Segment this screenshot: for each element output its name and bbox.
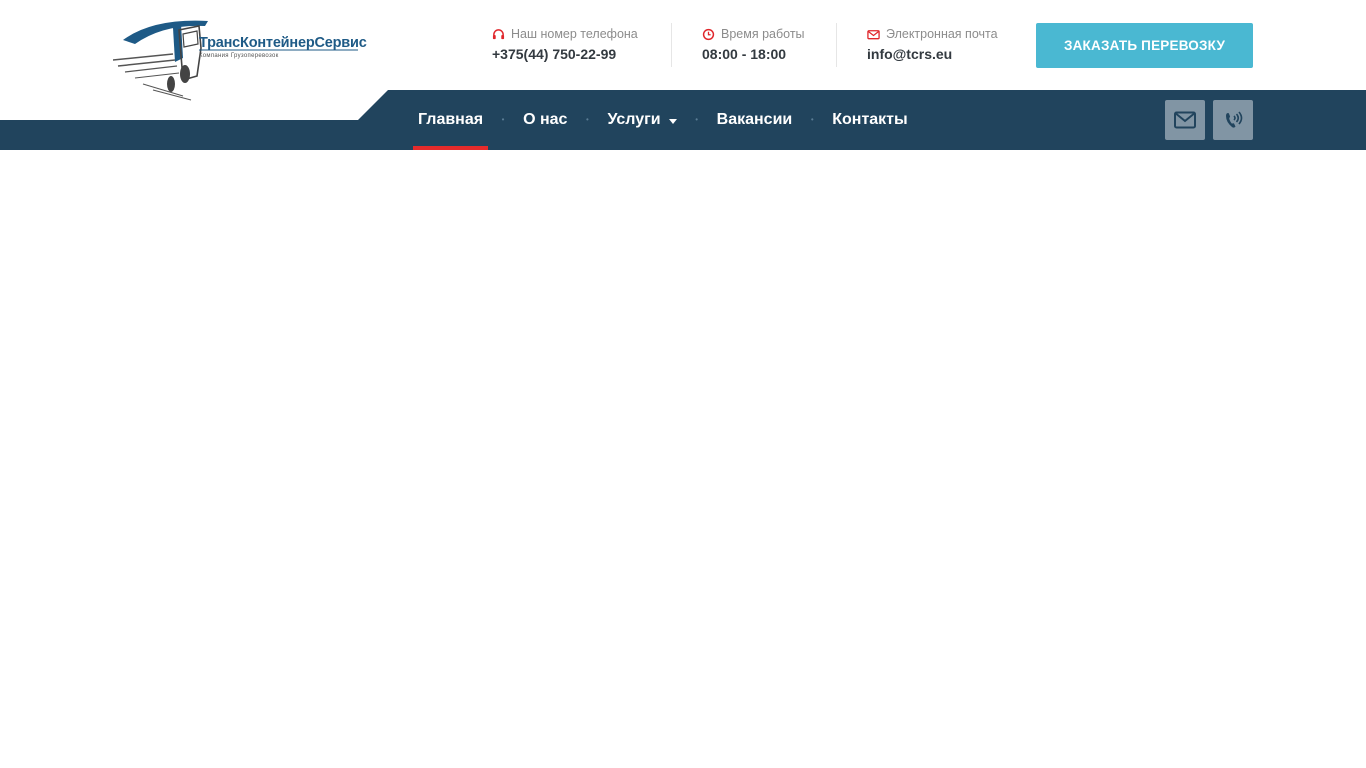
phone-number[interactable]: +375(44) 750-22-99 <box>492 46 662 62</box>
nav-phone-button[interactable] <box>1213 100 1253 140</box>
email-info: Электронная почта info@tcrs.eu <box>836 23 1016 67</box>
caret-down-icon <box>668 118 677 124</box>
nav-separator: • <box>810 115 814 124</box>
nav-item-contacts[interactable]: Контакты <box>827 90 912 150</box>
phone-volume-icon <box>1226 111 1243 128</box>
envelope-icon <box>867 29 880 39</box>
nav-diagonal-corner <box>358 90 388 120</box>
truck-logo-icon <box>113 20 358 101</box>
site-header: ТрансКонтейнерСервис Компания Грузоперев… <box>0 0 1366 101</box>
nav-item-vacancies[interactable]: Вакансии <box>712 90 798 150</box>
nav-item-home[interactable]: Главная <box>413 90 489 150</box>
working-hours-info: Время работы 08:00 - 18:00 <box>671 23 836 67</box>
clock-icon <box>702 28 715 40</box>
nav-email-button[interactable] <box>1165 100 1205 140</box>
site-logo[interactable]: ТрансКонтейнерСервис Компания Грузоперев… <box>113 18 367 102</box>
working-hours-value: 08:00 - 18:00 <box>702 46 787 62</box>
nav-item-about[interactable]: О нас <box>518 90 572 150</box>
order-transport-button[interactable]: ЗАКАЗАТЬ ПЕРЕВОЗКУ <box>1036 23 1253 68</box>
envelope-icon <box>1174 111 1196 129</box>
working-hours-label: Время работы <box>721 27 805 41</box>
email-address[interactable]: info@tcrs.eu <box>867 46 1016 62</box>
nav-separator: • <box>695 115 699 124</box>
nav-item-services[interactable]: Услуги <box>602 90 681 150</box>
nav-left-band <box>0 120 400 150</box>
nav-separator: • <box>501 115 505 124</box>
headphones-icon <box>492 28 505 39</box>
phone-info: Наш номер телефона +375(44) 750-22-99 <box>492 23 662 67</box>
logo-company-name: ТрансКонтейнерСервис <box>199 35 367 51</box>
nav-menu: Главная • О нас • Услуги • Вакансии • Ко… <box>413 90 913 150</box>
phone-label: Наш номер телефона <box>511 27 638 41</box>
nav-separator: • <box>586 115 589 124</box>
email-label: Электронная почта <box>886 27 998 41</box>
page-content <box>0 150 1366 768</box>
logo-tagline: Компания Грузоперевозок <box>199 53 279 59</box>
